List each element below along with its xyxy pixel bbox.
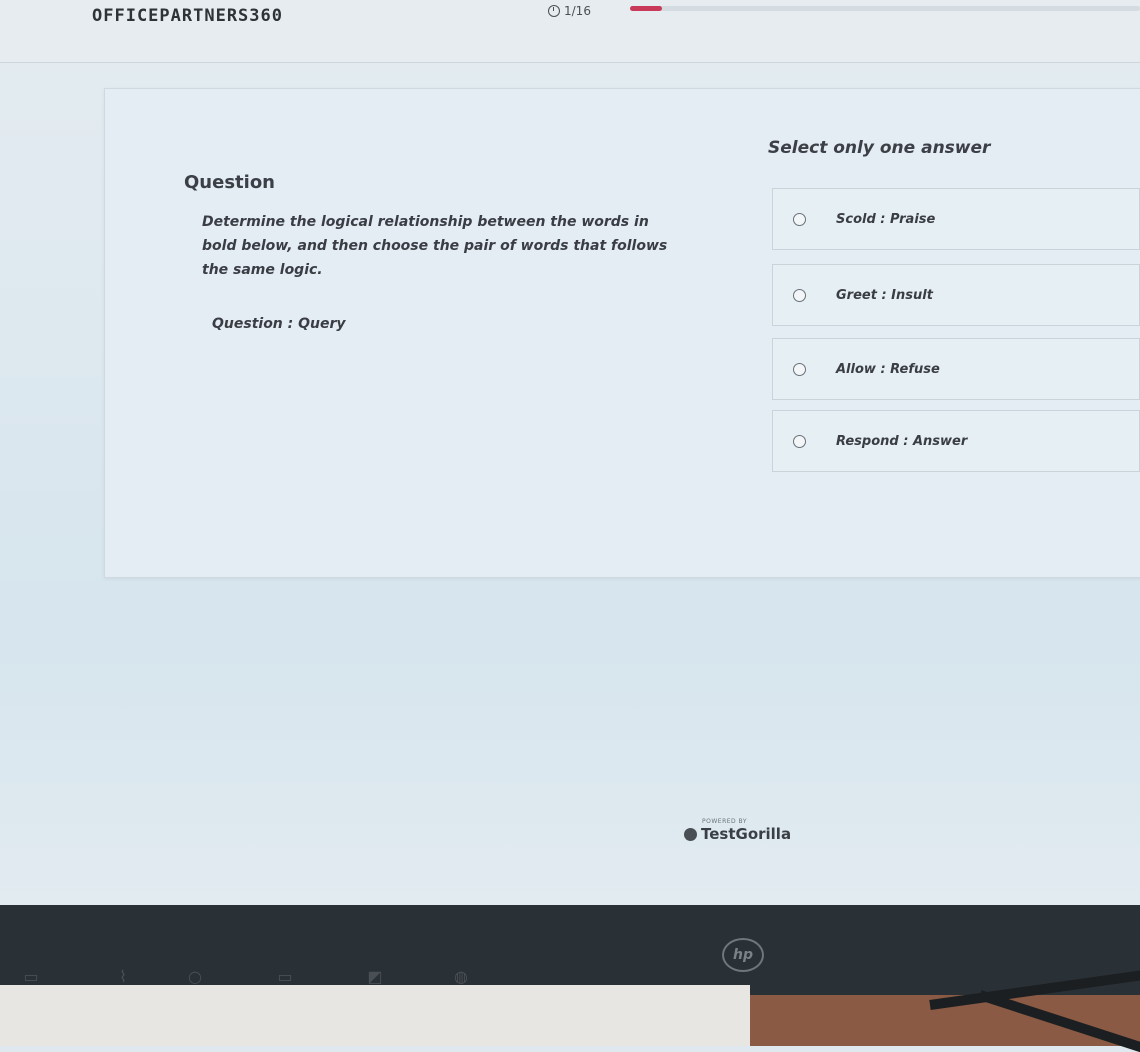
- answer-option-label: Allow : Refuse: [836, 361, 940, 377]
- testgorilla-logo-icon: [684, 827, 697, 841]
- radio-button-icon[interactable]: [793, 362, 806, 376]
- question-words: Question : Query: [212, 316, 346, 332]
- hp-logo-icon: hp: [722, 938, 764, 972]
- progress-bar: [630, 6, 1140, 11]
- window-icon: ▭: [277, 966, 293, 986]
- crop-icon: ◩: [367, 966, 383, 986]
- question-counter-text: 1/16: [564, 4, 591, 18]
- brand-logo: OFFICEPARTNERS360: [92, 6, 283, 26]
- bulb-icon: ○: [188, 966, 202, 986]
- pen-icon: ⌇: [119, 966, 127, 986]
- question-text: Determine the logical relationship betwe…: [202, 214, 668, 278]
- question-counter: 1/16: [548, 4, 591, 18]
- monitor-screen: OFFICEPARTNERS360 1/16 Question Determin…: [0, 0, 1140, 905]
- answer-instruction: Select only one answer: [768, 138, 991, 158]
- answer-option-label: Scold : Praise: [836, 211, 936, 227]
- radio-button-icon[interactable]: [793, 212, 806, 226]
- question-card: [104, 88, 1140, 578]
- monitor-bezel: [0, 905, 1140, 995]
- answer-option-1[interactable]: Scold : Praise: [772, 188, 1140, 250]
- powered-by: POWERED BY TestGorilla: [684, 818, 791, 843]
- answer-option-4[interactable]: Respond : Answer: [772, 410, 1140, 472]
- drawing-tablet: [0, 985, 750, 1046]
- radio-button-icon[interactable]: [793, 434, 806, 448]
- globe-icon: ◍: [454, 966, 468, 986]
- answer-option-2[interactable]: Greet : Insult: [772, 264, 1140, 326]
- powered-by-label: POWERED BY: [702, 818, 748, 825]
- top-bar: OFFICEPARTNERS360 1/16: [0, 0, 1140, 63]
- question-heading: Question: [184, 172, 275, 193]
- clock-icon: [548, 5, 560, 17]
- answer-option-label: Greet : Insult: [836, 287, 933, 303]
- tablet-key-icon: ▭: [23, 966, 39, 986]
- answer-option-3[interactable]: Allow : Refuse: [772, 338, 1140, 400]
- provider-name[interactable]: TestGorilla: [701, 825, 791, 843]
- progress-bar-fill: [630, 6, 662, 11]
- radio-button-icon[interactable]: [793, 288, 806, 302]
- answer-option-label: Respond : Answer: [836, 433, 968, 449]
